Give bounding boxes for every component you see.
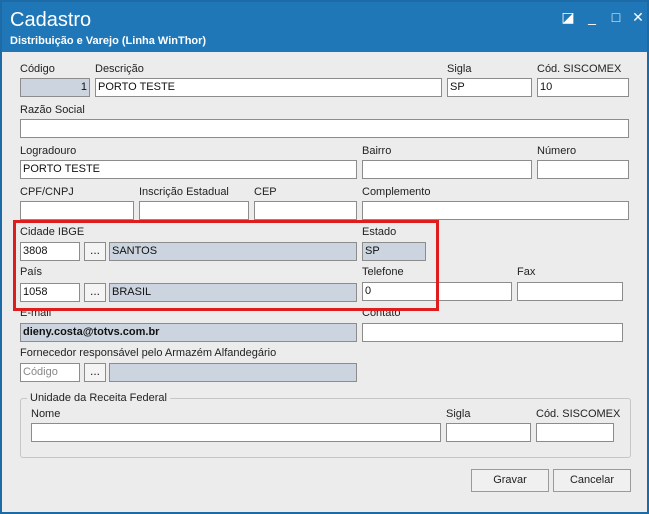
numero-field[interactable] (537, 160, 629, 179)
inscricao-estadual-field[interactable] (139, 201, 249, 220)
receita-cod-siscomex-label: Cód. SISCOMEX (536, 408, 621, 420)
fax-field[interactable] (517, 282, 623, 301)
cancelar-button[interactable]: Cancelar (553, 469, 631, 492)
gravar-button[interactable]: Gravar (471, 469, 549, 492)
cod-siscomex-label: Cód. SISCOMEX (537, 63, 622, 75)
fornecedor-nome-field (109, 363, 357, 382)
descricao-label: Descrição (95, 63, 144, 75)
cod-siscomex-field[interactable]: 10 (537, 78, 629, 97)
receita-sigla-field[interactable] (446, 423, 531, 442)
receita-nome-label: Nome (31, 408, 61, 420)
cadastro-window: Cadastro Distribuição e Varejo (Linha Wi… (0, 0, 649, 514)
contato-field[interactable] (362, 323, 623, 342)
window-title: Cadastro (10, 9, 92, 31)
email-field[interactable]: dieny.costa@totvs.com.br (20, 323, 357, 342)
receita-federal-title: Unidade da Receita Federal (27, 392, 170, 404)
sigla-label: Sigla (447, 63, 472, 75)
complemento-label: Complemento (362, 186, 431, 198)
cpf-cnpj-label: CPF/CNPJ (20, 186, 74, 198)
fornecedor-codigo-field[interactable]: Código (20, 363, 80, 382)
maximize-icon[interactable]: □ (606, 8, 626, 26)
receita-sigla-label: Sigla (446, 408, 471, 420)
minimize-icon[interactable]: _ (582, 8, 602, 26)
numero-label: Número (537, 145, 577, 157)
fornecedor-lookup-button[interactable]: ... (84, 363, 106, 382)
fornecedor-label: Fornecedor responsável pelo Armazém Alfa… (20, 347, 277, 359)
inscricao-estadual-label: Inscrição Estadual (139, 186, 229, 198)
highlight-box (13, 220, 439, 311)
window-subtitle: Distribuição e Varejo (Linha WinThor) (10, 35, 207, 47)
codigo-label: Código (20, 63, 55, 75)
razao-social-label: Razão Social (20, 104, 85, 116)
descricao-field[interactable]: PORTO TESTE (95, 78, 442, 97)
restore-icon[interactable]: ◪ (558, 8, 578, 26)
fax-label: Fax (517, 266, 536, 278)
sigla-field[interactable]: SP (447, 78, 532, 97)
codigo-field[interactable]: 1 (20, 78, 90, 97)
logradouro-field[interactable]: PORTO TESTE (20, 160, 357, 179)
razao-social-field[interactable] (20, 119, 629, 138)
cpf-cnpj-field[interactable] (20, 201, 134, 220)
close-icon[interactable]: ✕ (628, 8, 648, 26)
logradouro-label: Logradouro (20, 145, 77, 157)
cep-label: CEP (254, 186, 277, 198)
title-bar: Cadastro Distribuição e Varejo (Linha Wi… (2, 2, 647, 52)
receita-nome-field[interactable] (31, 423, 441, 442)
bairro-label: Bairro (362, 145, 392, 157)
cep-field[interactable] (254, 201, 357, 220)
receita-cod-siscomex-field[interactable] (536, 423, 614, 442)
bairro-field[interactable] (362, 160, 532, 179)
complemento-field[interactable] (362, 201, 629, 220)
